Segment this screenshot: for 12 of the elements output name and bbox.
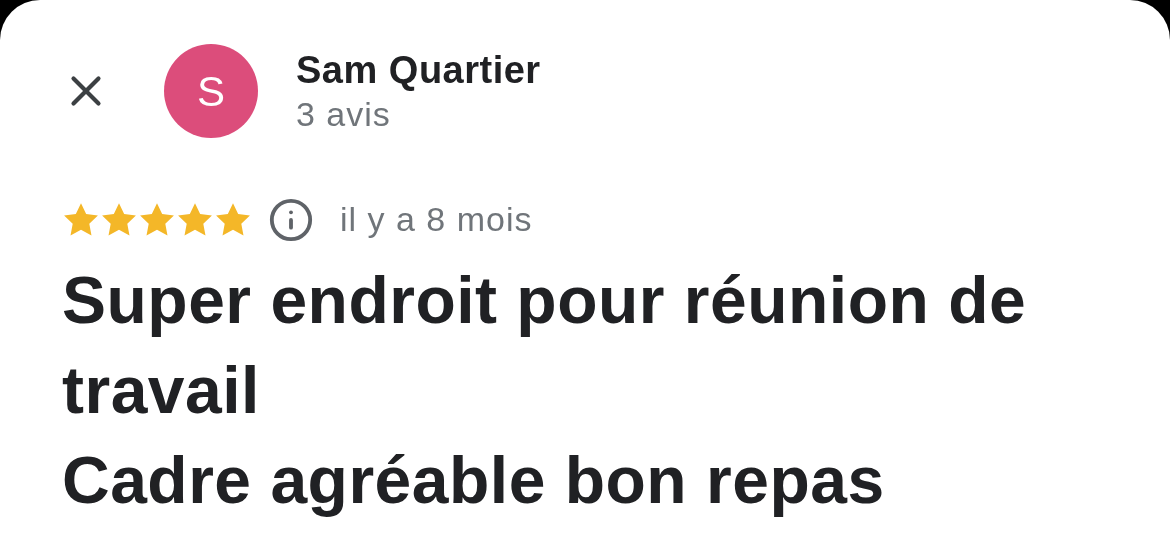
review-count: 3 avis <box>296 94 392 134</box>
review-text: Super endroit pour réunion de travail <box>62 262 1028 429</box>
review-text: Cadre agréable bon repas <box>62 442 886 519</box>
reviewer-name[interactable]: Sam Quartier <box>296 46 541 94</box>
star-icon <box>176 201 214 238</box>
star-icon <box>138 201 176 238</box>
star-icon <box>100 201 138 238</box>
review-time: il y a 8 mois <box>340 199 533 240</box>
star-icon <box>214 201 252 238</box>
info-icon[interactable] <box>268 196 314 243</box>
avatar: S <box>164 44 258 138</box>
star-icon <box>62 201 100 238</box>
